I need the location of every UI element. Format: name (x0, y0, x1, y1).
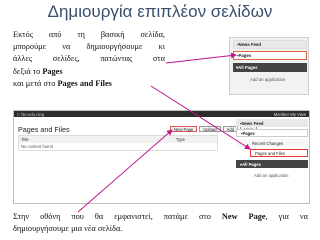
empty-message: No content found (21, 144, 53, 149)
slide-title: Δημιουργία επιπλέον σελίδων (47, 2, 273, 21)
outro-line-2: δημιουργήσουμε μια νέα σελίδα. (13, 224, 123, 233)
add-app-link[interactable]: Add an application (236, 171, 308, 179)
intro-line-5-text: και μετά στο (13, 78, 58, 88)
upload-button[interactable]: Upload (199, 126, 221, 132)
pages-and-files-label: Pages and Files (255, 150, 286, 156)
recent-changes-label: Recent Changes (252, 140, 284, 146)
sidebar-item-pages-and-files[interactable]: Pages and Files (250, 149, 308, 157)
small-pages-label: Pages (238, 53, 252, 58)
sidebar-screenshot-small: ▪ News Feed ▪ Pages ▾ All Pages Add an a… (229, 37, 309, 95)
intro-pages-word: Pages (42, 66, 63, 76)
pages-label: Pages (242, 130, 255, 136)
sidebar-item-news-feed[interactable]: ▪ News Feed (236, 119, 308, 127)
table-header: Title Type (19, 136, 217, 143)
small-pages-item[interactable]: ▪ Pages (233, 51, 307, 60)
intro-line-4-text: δεξιά το (13, 66, 43, 76)
arrow-to-pages (165, 52, 237, 64)
small-add-app-link[interactable]: Add an application (250, 77, 285, 82)
outro-line-1: Στην οθόνη που θα εμφανιστεί, πατάμε στο… (13, 211, 308, 223)
outro-line-1-text: Στην οθόνη που θα εμφανιστεί, πατάμε στο (13, 212, 222, 221)
news-feed-label: News Feed (241, 120, 264, 126)
site-name[interactable]: ℂ l3e-edu.ning (17, 112, 44, 117)
intro-text: Εκτός από τη βασική σελίδα, μπορούμε να … (13, 29, 165, 90)
new-page-button[interactable]: New Page (170, 126, 198, 132)
page-title: Pages and Files (18, 125, 70, 134)
sidebar-item-all-pages[interactable]: ▾ All Pages (236, 160, 308, 168)
intro-line-2: μπορούμε να δημιουργήσουμε κι (13, 42, 165, 52)
small-all-pages-label: All Pages (238, 65, 258, 70)
sidebar-item-recent-changes[interactable]: Recent Changes (236, 139, 308, 147)
app-sidebar: ▪ News Feed ▪ Pages Recent Changes Pages… (236, 119, 309, 203)
small-news-feed-item[interactable]: ▪ News Feed (233, 40, 307, 49)
intro-line-4: δεξιά το Pages (13, 66, 165, 78)
intro-line-1: Εκτός από τη βασική σελίδα, (13, 30, 165, 39)
intro-line-5: και μετά στο Pages and Files (13, 78, 165, 90)
small-all-pages-item[interactable]: ▾ All Pages (233, 63, 307, 72)
pages-and-files-screenshot: ℂ l3e-edu.ning Member My View Pages and … (13, 110, 310, 204)
sidebar-item-pages[interactable]: ▪ Pages (236, 129, 308, 137)
intro-pages-files-word: Pages and Files (57, 78, 112, 88)
outro-new-page-word: New Page (221, 212, 266, 221)
outro-line-1-end: , για να (265, 212, 308, 221)
small-news-feed-label: News Feed (238, 42, 261, 47)
outro-text: Στην οθόνη που θα εμφανιστεί, πατάμε στο… (13, 211, 308, 235)
all-pages-label: All Pages (242, 161, 261, 167)
site-topbar: ℂ l3e-edu.ning Member My View (14, 111, 309, 117)
col-title[interactable]: Title (21, 137, 29, 142)
intro-line-3: άλλες σελίδες, πατώντας στα (13, 54, 165, 64)
col-type[interactable]: Type (176, 137, 185, 142)
pages-table: Title Type No content found (18, 135, 218, 151)
member-menu[interactable]: Member My View (274, 112, 306, 117)
